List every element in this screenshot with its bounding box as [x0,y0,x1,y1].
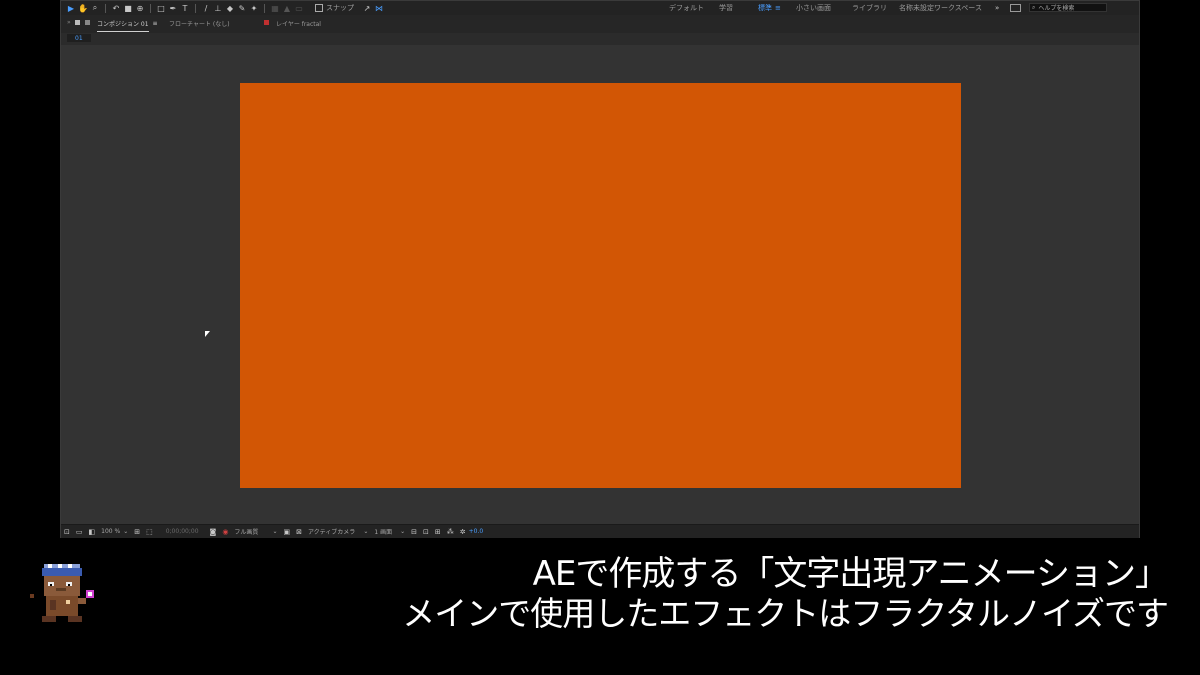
axis-mode-icon[interactable]: ▦ [270,3,280,13]
chevron-down-icon: ⌄ [400,528,406,535]
view-axis-icon[interactable]: ▭ [294,3,304,13]
workspace-default[interactable]: デフォルト [669,1,704,15]
resolution-value: フル画質 [234,529,259,536]
mask-visibility-icon[interactable]: ◧ [89,528,96,536]
divider [150,3,151,13]
composition-canvas[interactable] [240,83,961,488]
brush-tool-icon[interactable]: / [201,3,211,13]
tab-layer[interactable]: レイヤー fractal [276,19,321,28]
subtitle-line-2: メインで使用したエフェクトはフラクタルノイズです [402,594,1169,633]
workspace-standard[interactable]: 標準 ≡ [758,1,781,15]
snap-checkbox[interactable] [315,4,323,12]
timeline-icon[interactable]: ⊞ [435,528,441,536]
mouse-cursor-icon [205,331,210,337]
workspace-learn[interactable]: 学習 [719,1,733,15]
help-search-placeholder: ヘルプを検索 [1038,5,1075,12]
breadcrumb[interactable]: 01 [67,34,91,42]
search-icon: ⌕ [1032,3,1036,11]
chevron-down-icon: ⌄ [272,528,278,535]
panel-collapse-icon[interactable]: » [67,19,71,26]
fast-previews-icon[interactable]: ▣ [283,528,290,536]
layer-color-icon [264,20,269,25]
snapshot-icon[interactable]: ◙ [210,528,217,536]
workspace-small-screen[interactable]: 小さい画面 [796,1,831,15]
region-of-interest-icon[interactable]: ⬚ [146,528,153,536]
snap-label: スナップ [326,4,354,12]
divider [264,3,265,13]
views-value: 1 画面 [374,529,393,536]
rotate-tool-icon[interactable]: ↶ [111,3,121,13]
more-workspaces-icon[interactable]: » [995,1,999,15]
pan-behind-tool-icon[interactable]: ⊕ [135,3,145,13]
active-tab-indicator [97,31,149,32]
show-channel-icon[interactable]: ◉ [222,528,228,536]
always-preview-icon[interactable]: ⊡ [64,528,70,536]
camera-dropdown[interactable]: アクティブカメラ ⌄ [308,527,368,536]
roto-brush-tool-icon[interactable]: ✎ [237,3,247,13]
current-time[interactable]: 0;00;00;00 [166,528,199,535]
composition-icon [85,20,90,25]
exposure-value[interactable]: +0.0 [469,528,484,535]
tab-flowchart[interactable]: フローチャート (なし) [169,19,230,28]
composition-viewer[interactable] [61,45,1139,524]
monitor-icon[interactable]: ▭ [76,528,83,536]
world-axis-icon[interactable]: ▲ [282,3,292,13]
workspace-standard-label: 標準 [758,4,772,12]
tab-composition-label: コンポジション 01 [97,21,149,28]
snap-toggle[interactable]: スナップ [315,3,354,13]
clone-stamp-tool-icon[interactable]: ⊥ [213,3,223,13]
snap-features-icon[interactable]: ⋈ [374,3,384,13]
sync-settings-icon[interactable] [1010,1,1021,15]
divider [105,3,106,13]
chevron-down-icon: ⌄ [123,528,129,535]
views-dropdown[interactable]: 1 画面 ⌄ [374,527,405,536]
panel-menu-icon[interactable]: ≡ [153,20,158,27]
transparency-grid-icon[interactable]: ⊠ [296,528,302,536]
hand-tool-icon[interactable]: ✋ [78,3,88,13]
workspace-libraries[interactable]: ライブラリ [852,1,887,15]
composition-panel-header: » コンポジション 01 ≡ フローチャート (なし) レイヤー fractal [61,15,1139,33]
workspace-untitled[interactable]: 名称未設定ワークスペース [899,1,982,15]
divider [195,3,196,13]
camera-tool-icon[interactable]: ■ [123,3,133,13]
pixel-mascot-icon [30,564,94,622]
toggle-pixel-aspect-icon[interactable]: ⊟ [411,528,417,536]
help-search-input[interactable]: ⌕ ヘルプを検索 [1029,3,1107,12]
fast-previews-toggle-icon[interactable]: ⊡ [423,528,429,536]
zoom-dropdown[interactable]: 100 % ⌄ [101,528,128,535]
eraser-tool-icon[interactable]: ◆ [225,3,235,13]
chevron-down-icon: ⌄ [363,528,369,535]
workspace-menu-icon[interactable]: ≡ [775,4,781,12]
viewer-controls: ⊡ ▭ ◧ 100 % ⌄ ⊞ ⬚ 0;00;00;00 ◙ ◉ フル画質 ⌄ … [61,524,1139,538]
lock-icon[interactable] [75,20,80,25]
zoom-value: 100 % [101,528,121,535]
after-effects-window: ▶ ✋ ⌕ ↶ ■ ⊕ □ ✒ T / ⊥ ◆ ✎ ✦ ▦ ▲ ▭ スナップ ↗… [60,0,1140,538]
grid-icon[interactable]: ⊞ [134,528,140,536]
pen-tool-icon[interactable]: ✒ [168,3,178,13]
type-tool-icon[interactable]: T [180,3,190,13]
tab-composition[interactable]: コンポジション 01 ≡ [97,19,158,28]
puppet-pin-tool-icon[interactable]: ✦ [249,3,259,13]
selection-tool-icon[interactable]: ▶ [66,3,76,13]
zoom-tool-icon[interactable]: ⌕ [90,3,100,13]
resolution-dropdown[interactable]: フル画質 ⌄ [234,527,277,536]
rectangle-tool-icon[interactable]: □ [156,3,166,13]
reset-exposure-icon[interactable]: ✲ [460,528,466,536]
camera-value: アクティブカメラ [307,529,356,536]
snap-edges-icon[interactable]: ↗ [362,3,372,13]
flowchart-icon[interactable]: ⁂ [447,528,454,536]
